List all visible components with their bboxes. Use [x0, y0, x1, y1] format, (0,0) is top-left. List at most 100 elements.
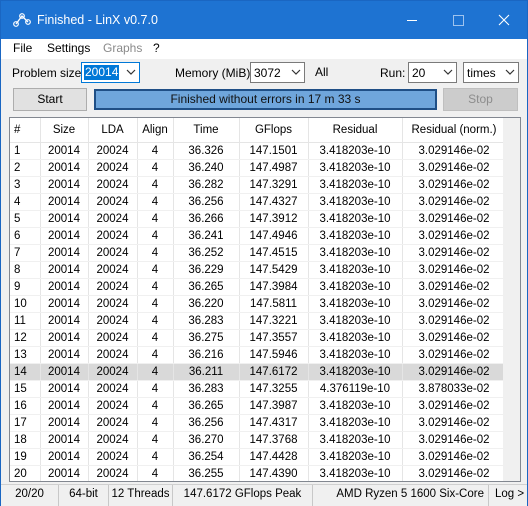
cell-time: 36.241 [173, 227, 240, 245]
cell-time: 36.255 [173, 465, 240, 481]
column-header-lda[interactable]: LDA [88, 118, 138, 143]
cell-time: 36.229 [173, 261, 240, 279]
cell-lda: 20024 [88, 142, 138, 160]
column-header-residual[interactable]: Residual [308, 118, 403, 143]
run-progress-count: 20/20 [1, 485, 59, 506]
cell-residual: 3.418203e-10 [308, 363, 403, 381]
table-row[interactable]: 3 20014 20024 4 36.282 147.3291 3.418203e-10 3.… [10, 176, 507, 194]
cell-index: 20 [10, 465, 41, 481]
title-bar[interactable]: Finished - LinX v0.7.0 [1, 1, 527, 39]
table-row[interactable]: 8 20014 20024 4 36.229 147.5429 3.418203e-10 3.… [10, 261, 507, 279]
table-row[interactable]: 14 20014 20024 4 36.211 147.6172 3.418203e-10 3… [10, 363, 507, 381]
cell-align: 4 [137, 193, 174, 211]
table-header-row: # Size LDA Align Time GFlops Residual Re… [10, 118, 507, 143]
peak-gflops: 147.6172 GFlops Peak [173, 485, 313, 506]
close-button[interactable] [481, 1, 527, 39]
cell-residual: 3.418203e-10 [308, 295, 403, 313]
table-row[interactable]: 1 20014 20024 4 36.326 147.1501 3.418203e-10 3.… [10, 142, 507, 160]
table-row[interactable]: 7 20014 20024 4 36.252 147.4515 3.418203e-10 3.… [10, 244, 507, 262]
table-row[interactable]: 4 20014 20024 4 36.256 147.4327 3.418203e-10 3.… [10, 193, 507, 211]
cell-time: 36.252 [173, 244, 240, 262]
cell-align: 4 [137, 431, 174, 449]
cell-gflops: 147.3255 [239, 380, 309, 398]
column-header-residual-norm[interactable]: Residual (norm.) [402, 118, 507, 143]
cell-gflops: 147.4327 [239, 193, 309, 211]
memory-combo[interactable]: 3072 [250, 62, 305, 83]
cell-lda: 20024 [88, 261, 138, 279]
cell-index: 12 [10, 329, 41, 347]
cell-residual-norm: 3.029146e-02 [402, 448, 507, 466]
cell-gflops: 147.3221 [239, 312, 309, 330]
run-unit-combo[interactable]: times [463, 62, 519, 83]
cell-size: 20014 [40, 227, 89, 245]
results-table[interactable]: # Size LDA Align Time GFlops Residual Re… [9, 117, 521, 482]
cell-index: 6 [10, 227, 41, 245]
stop-button[interactable]: Stop [443, 88, 518, 111]
column-header-index[interactable]: # [10, 118, 41, 143]
column-header-time[interactable]: Time [173, 118, 240, 143]
cell-index: 9 [10, 278, 41, 296]
menu-file[interactable]: File [13, 41, 32, 55]
table-row[interactable]: 10 20014 20024 4 36.220 147.5811 3.418203e-10 3… [10, 295, 507, 313]
table-row[interactable]: 17 20014 20024 4 36.256 147.4317 3.418203e-10 3… [10, 414, 507, 432]
menu-settings[interactable]: Settings [47, 41, 90, 55]
menu-graphs[interactable]: Graphs [103, 41, 142, 55]
cell-align: 4 [137, 227, 174, 245]
table-row[interactable]: 11 20014 20024 4 36.283 147.3221 3.418203e-10 3… [10, 312, 507, 330]
cell-align: 4 [137, 346, 174, 364]
cell-index: 8 [10, 261, 41, 279]
column-header-align[interactable]: Align [137, 118, 174, 143]
maximize-button[interactable] [435, 1, 481, 39]
cell-index: 2 [10, 159, 41, 177]
column-header-size[interactable]: Size [40, 118, 89, 143]
cell-time: 36.283 [173, 312, 240, 330]
table-row[interactable]: 18 20014 20024 4 36.270 147.3768 3.418203e-10 3… [10, 431, 507, 449]
cell-residual-norm: 3.029146e-02 [402, 465, 507, 481]
minimize-button[interactable] [389, 1, 435, 39]
cell-time: 36.240 [173, 159, 240, 177]
cell-align: 4 [137, 380, 174, 398]
table-row[interactable]: 19 20014 20024 4 36.254 147.4428 3.418203e-10 3… [10, 448, 507, 466]
problem-size-label: Problem size: [12, 66, 85, 80]
cell-residual: 3.418203e-10 [308, 244, 403, 262]
cell-index: 15 [10, 380, 41, 398]
cell-lda: 20024 [88, 210, 138, 228]
cell-lda: 20024 [88, 431, 138, 449]
cell-time: 36.282 [173, 176, 240, 194]
cell-size: 20014 [40, 397, 89, 415]
cell-lda: 20024 [88, 465, 138, 481]
table-row[interactable]: 2 20014 20024 4 36.240 147.4987 3.418203e-10 3.… [10, 159, 507, 177]
table-row[interactable]: 13 20014 20024 4 36.216 147.5946 3.418203e-10 3… [10, 346, 507, 364]
cell-gflops: 147.4946 [239, 227, 309, 245]
table-row[interactable]: 12 20014 20024 4 36.275 147.3557 3.418203e-10 3… [10, 329, 507, 347]
status-footer: 20/20 64-bit 12 Threads 147.6172 GFlops … [1, 484, 527, 506]
cell-size: 20014 [40, 363, 89, 381]
problem-size-combo[interactable]: 20014 [81, 62, 140, 83]
table-row[interactable]: 15 20014 20024 4 36.283 147.3255 4.376119e-10 3… [10, 380, 507, 398]
cell-size: 20014 [40, 142, 89, 160]
cell-size: 20014 [40, 346, 89, 364]
menu-help[interactable]: ? [153, 41, 160, 55]
cell-align: 4 [137, 448, 174, 466]
table-row[interactable]: 20 20014 20024 4 36.255 147.4390 3.418203e-10 3… [10, 465, 507, 481]
cell-time: 36.265 [173, 397, 240, 415]
status-progress-bar: Finished without errors in 17 m 33 s [94, 89, 437, 110]
cell-index: 7 [10, 244, 41, 262]
table-row[interactable]: 9 20014 20024 4 36.265 147.3984 3.418203e-10 3.… [10, 278, 507, 296]
memory-value: 3072 [254, 66, 281, 80]
log-toggle-button[interactable]: Log > [491, 485, 527, 506]
cell-residual: 3.418203e-10 [308, 142, 403, 160]
cell-gflops: 147.5946 [239, 346, 309, 364]
table-row[interactable]: 5 20014 20024 4 36.266 147.3912 3.418203e-10 3.… [10, 210, 507, 228]
run-count-combo[interactable]: 20 [408, 62, 457, 83]
cell-size: 20014 [40, 414, 89, 432]
table-row[interactable]: 16 20014 20024 4 36.265 147.3987 3.418203e-10 3… [10, 397, 507, 415]
cell-size: 20014 [40, 176, 89, 194]
vertical-scrollbar[interactable] [503, 118, 520, 481]
menu-bar: File Settings Graphs ? [1, 39, 527, 59]
start-button[interactable]: Start [13, 88, 87, 111]
memory-all-checkbox-label[interactable]: All [315, 65, 328, 79]
table-row[interactable]: 6 20014 20024 4 36.241 147.4946 3.418203e-10 3.… [10, 227, 507, 245]
cell-residual: 3.418203e-10 [308, 312, 403, 330]
column-header-gflops[interactable]: GFlops [239, 118, 309, 143]
